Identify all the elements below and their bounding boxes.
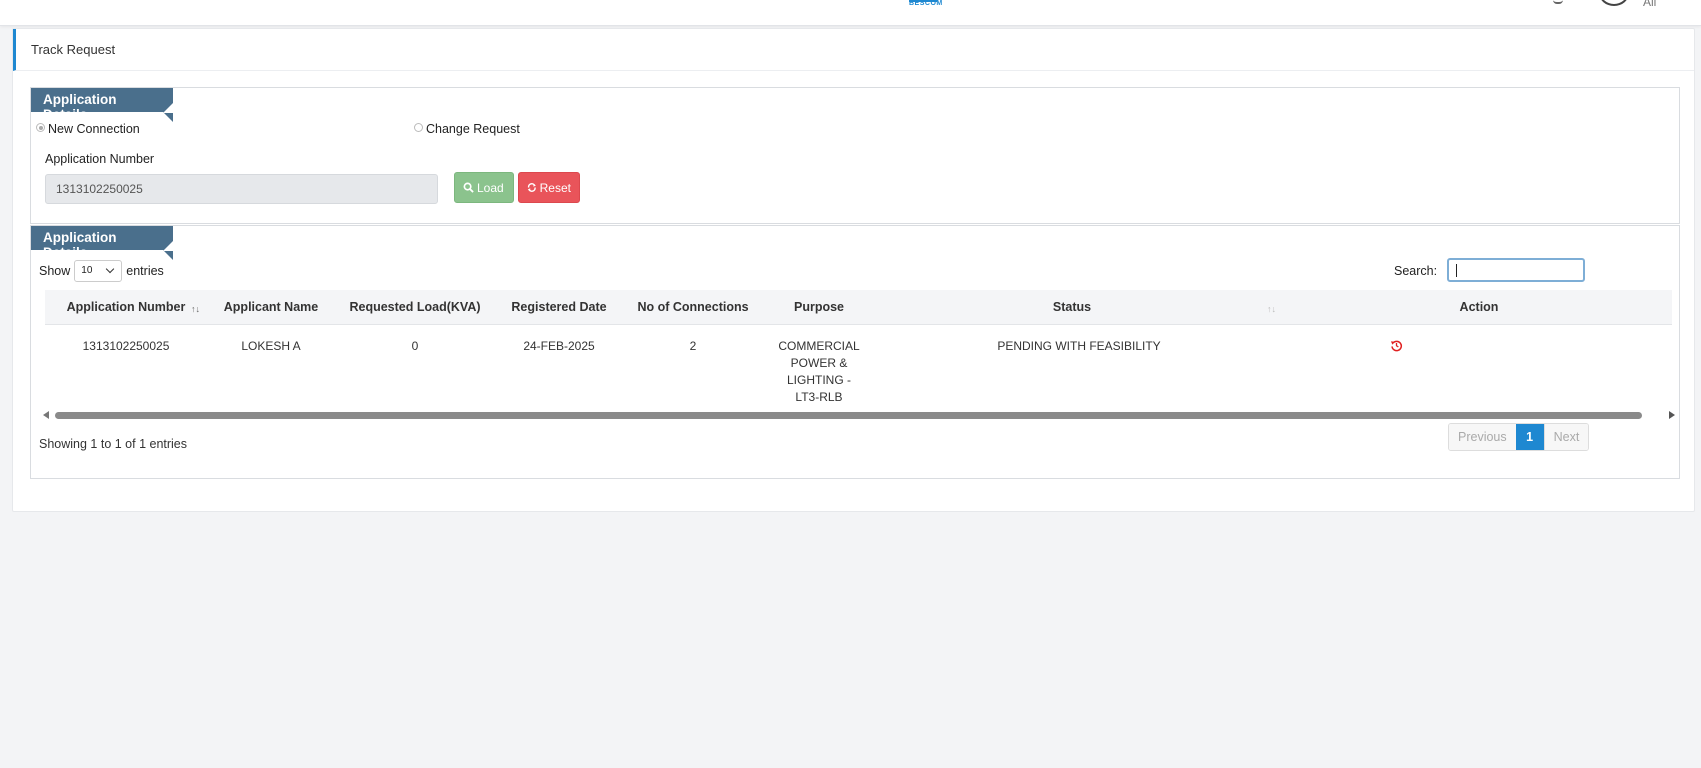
previous-button[interactable]: Previous — [1449, 424, 1516, 450]
col-application-number[interactable]: Application Number — [67, 300, 186, 314]
sort-asc-icon[interactable]: ↑↓ — [191, 304, 200, 314]
page-1-button[interactable]: 1 — [1515, 424, 1544, 450]
refresh-icon — [527, 183, 536, 192]
profile-avatar-icon[interactable] — [1599, 0, 1629, 6]
search-icon — [463, 182, 474, 193]
track-request-card: Track Request Application Details New Co… — [12, 28, 1695, 512]
reset-button[interactable]: Reset — [518, 172, 580, 203]
cell-status: PENDING WITH FEASIBILITY — [997, 339, 1161, 353]
notification-icon[interactable] — [1553, 0, 1563, 4]
cell-requested-load: 0 — [411, 339, 419, 353]
radio-label: Change Request — [426, 122, 520, 136]
application-results-panel: Application Details Show 10 entries Sear… — [30, 225, 1680, 479]
reset-label: Reset — [539, 180, 571, 195]
bescom-logo: BESCOM — [909, 0, 943, 7]
col-requested-load[interactable]: Requested Load(KVA) — [349, 300, 480, 314]
pagination: Previous 1 Next — [1448, 423, 1590, 451]
section-tag: Application Details — [31, 88, 173, 122]
search-input[interactable] — [1447, 258, 1585, 282]
horizontal-scrollbar[interactable] — [41, 409, 1677, 421]
cell-applicant-name: LOKESH A — [241, 339, 301, 353]
col-connections[interactable]: No of Connections — [637, 300, 748, 314]
scroll-thumb[interactable] — [55, 412, 1642, 419]
col-applicant-name[interactable]: Applicant Name — [224, 300, 318, 314]
radio-button-icon[interactable] — [414, 123, 423, 132]
application-number-input[interactable] — [45, 174, 438, 204]
table-info: Showing 1 to 1 of 1 entries — [39, 437, 188, 451]
scroll-right-icon[interactable] — [1669, 411, 1675, 419]
application-number-label: Application Number — [45, 152, 155, 166]
user-name[interactable]: Ali — [1643, 0, 1656, 9]
table-header-row: Application Number ↑↓ Applicant Name Req… — [45, 290, 1672, 325]
show-label: Show — [39, 264, 71, 278]
next-button[interactable]: Next — [1543, 424, 1589, 450]
search-label: Search: — [1394, 264, 1438, 278]
top-navbar: BESCOM Ali — [0, 0, 1701, 26]
radio-button-icon[interactable] — [36, 123, 45, 132]
history-icon[interactable] — [1390, 339, 1403, 352]
col-purpose[interactable]: Purpose — [794, 300, 844, 314]
entries-value: 10 — [81, 265, 93, 276]
tag-notch — [163, 250, 173, 260]
entries-select[interactable]: 10 — [74, 260, 123, 282]
application-search-panel: Application Details New Connection Chang… — [30, 87, 1680, 224]
cell-connections: 2 — [689, 339, 697, 353]
col-action: Action — [1459, 300, 1499, 314]
entries-label: entries — [126, 264, 164, 278]
section-title: Application Details — [43, 92, 117, 122]
cell-registered-date: 24-FEB-2025 — [523, 339, 595, 353]
sort-icon[interactable]: ↑↓ — [1267, 304, 1276, 314]
page-title: Track Request — [31, 42, 116, 57]
col-status[interactable]: Status — [1053, 300, 1091, 314]
radio-label: New Connection — [48, 122, 140, 136]
section-tag: Application Details — [31, 226, 173, 260]
cell-application-number: 1313102250025 — [82, 339, 170, 353]
scroll-left-icon[interactable] — [43, 411, 49, 419]
radio-change-request[interactable]: Change Request — [414, 122, 520, 136]
section-title: Application Details — [43, 230, 117, 260]
cell-purpose: COMMERCIAL POWER & LIGHTING - LT3-RLB — [778, 339, 860, 404]
load-button[interactable]: Load — [454, 172, 514, 203]
tag-notch — [163, 112, 173, 122]
load-label: Load — [477, 180, 504, 195]
card-header: Track Request — [13, 29, 1694, 71]
radio-new-connection[interactable]: New Connection — [36, 122, 140, 136]
chevron-down-icon — [106, 264, 115, 274]
col-registered-date[interactable]: Registered Date — [511, 300, 606, 314]
entries-control: Show 10 entries — [39, 260, 164, 282]
